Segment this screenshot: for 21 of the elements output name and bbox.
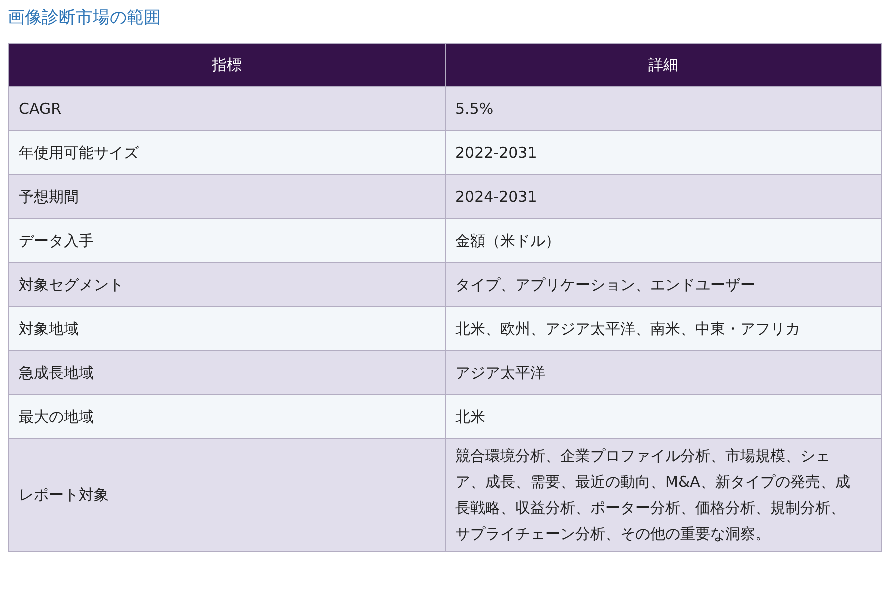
- table-cell: データ入手: [8, 218, 445, 262]
- table-cell: 対象地域: [8, 306, 445, 350]
- table-cell: 北米、欧州、アジア太平洋、南米、中東・アフリカ: [445, 306, 882, 350]
- table-cell: 2024-2031: [445, 174, 882, 218]
- column-header: 指標: [8, 44, 445, 86]
- table-cell: 競合環境分析、企業プロファイル分析、市場規模、シェア、成長、需要、最近の動向、M&A、新タイプの発売、成長戦略、収益分析、ポーター分析、価格分析、規制分析、サプライチェーン分析、その他の重要な洞察。: [445, 438, 882, 552]
- table-cell: 金額（米ドル）: [445, 218, 882, 262]
- table-cell: CAGR: [8, 86, 445, 130]
- table-cell: 最大の地域: [8, 394, 445, 438]
- table-cell: 予想期間: [8, 174, 445, 218]
- table-cell: 年使用可能サイズ: [8, 130, 445, 174]
- table-cell: 5.5%: [445, 86, 882, 130]
- table-cell: 2022-2031: [445, 130, 882, 174]
- table-cell: レポート対象: [8, 438, 445, 552]
- table-cell: 北米: [445, 394, 882, 438]
- table-cell: 急成長地域: [8, 350, 445, 394]
- table-cell: 対象セグメント: [8, 262, 445, 306]
- table-cell: アジア太平洋: [445, 350, 882, 394]
- table-cell: タイプ、アプリケーション、エンドユーザー: [445, 262, 882, 306]
- section-title: 画像診断市場の範囲: [8, 7, 162, 30]
- column-header: 詳細: [445, 44, 882, 86]
